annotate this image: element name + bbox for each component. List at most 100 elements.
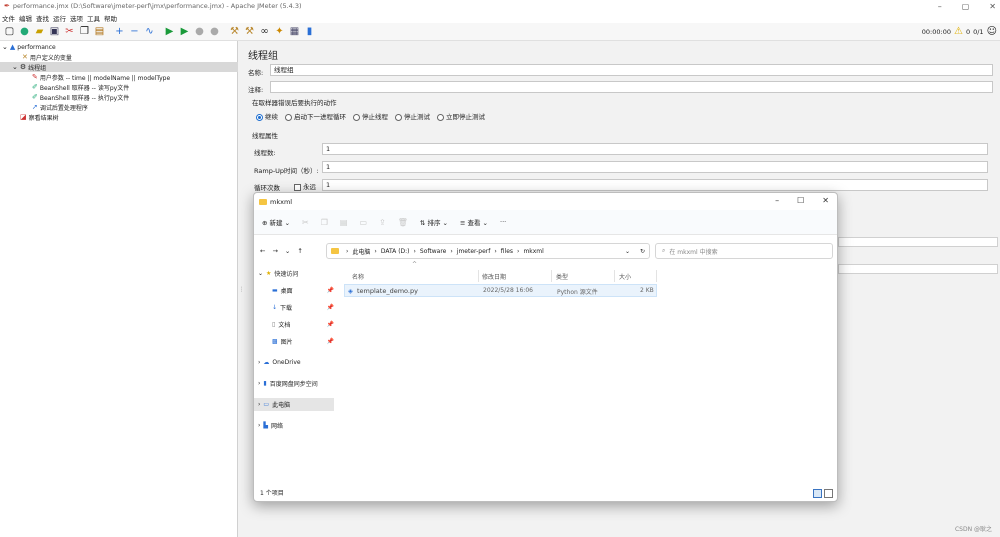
nav-quick-access[interactable]: ⌄ ★ 快速访问 <box>258 267 338 280</box>
nav-baidu[interactable]: › ▮ 百度网盘同步空间 <box>258 377 338 390</box>
radio-stop-test[interactable]: 停止测试 <box>395 111 430 121</box>
paste-icon[interactable]: ▤ <box>340 218 348 227</box>
tree-node-beanshell-rw[interactable]: ✐ BeanShell 取样器 -- 读写py文件 <box>32 82 129 92</box>
tree-node-user-params[interactable]: ✎ 用户参数 -- time || modelName || modelType <box>32 72 170 82</box>
copy-icon[interactable]: ❐ <box>321 218 328 227</box>
column-size[interactable]: 大小 <box>619 270 631 282</box>
tree-node-results-tree[interactable]: ◪ 察看结果树 <box>20 112 59 122</box>
up-icon[interactable]: ↑ <box>297 247 302 255</box>
rampup-input[interactable]: 1 <box>322 161 988 173</box>
nav-thispc[interactable]: › ▭ 此电脑 <box>254 398 334 411</box>
crumb-jmeter-perf[interactable]: jmeter-perf <box>457 248 491 255</box>
close-button[interactable]: ✕ <box>989 2 996 11</box>
warning-icon[interactable]: ⚠ <box>954 26 963 37</box>
minimize-button[interactable]: – <box>938 2 942 11</box>
sort-button[interactable]: ⇅ 排序 ⌄ <box>420 217 448 227</box>
view-button[interactable]: ≡ 查看 ⌄ <box>460 217 488 227</box>
toggle-icon[interactable]: ∿ <box>143 25 156 38</box>
menu-edit[interactable]: 编辑 <box>19 13 32 23</box>
radio-stop-thread[interactable]: 停止线程 <box>353 111 388 121</box>
maximize-button[interactable]: ▢ <box>962 2 970 11</box>
nav-onedrive[interactable]: › ☁ OneDrive <box>258 356 338 369</box>
refresh-icon[interactable]: ↻ <box>640 248 645 255</box>
help-icon[interactable]: ▮ <box>303 25 316 38</box>
menu-options[interactable]: 选项 <box>70 13 83 23</box>
crumb-mkxml[interactable]: mkxml <box>523 248 543 255</box>
table-row[interactable]: ◈ template_demo.py 2022/5/28 16:06 Pytho… <box>344 284 657 297</box>
menu-search[interactable]: 查找 <box>36 13 49 23</box>
tree-node-debug-post[interactable]: ➚ 调试后置处理程序 <box>32 102 88 112</box>
column-divider[interactable] <box>478 270 479 282</box>
name-input[interactable]: 线程组 <box>270 64 993 76</box>
start-icon[interactable]: ▶ <box>163 25 176 38</box>
column-type[interactable]: 类型 <box>556 270 568 282</box>
collapse-icon[interactable]: − <box>128 25 141 38</box>
menu-run[interactable]: 运行 <box>53 13 66 23</box>
clear-icon[interactable]: ⚒ <box>228 25 241 38</box>
new-button[interactable]: ⊕ 新建 ⌄ <box>262 217 290 227</box>
open-icon[interactable]: ▰ <box>33 25 46 38</box>
address-bar[interactable]: › 此电脑 › DATA (D:) › Software › jmeter-perf ›… <box>326 243 650 259</box>
search-binoculars-icon[interactable]: ∞ <box>258 25 271 38</box>
column-divider[interactable] <box>656 270 657 282</box>
save-icon[interactable]: ▣ <box>48 25 61 38</box>
reset-search-icon[interactable]: ✦ <box>273 25 286 38</box>
loop-forever-checkbox[interactable]: 永远 <box>294 181 316 191</box>
forward-icon[interactable]: → <box>272 247 277 255</box>
cut-icon[interactable]: ✂ <box>63 25 76 38</box>
column-divider[interactable] <box>614 270 615 282</box>
back-icon[interactable]: ← <box>260 247 265 255</box>
tree-node-beanshell-exec[interactable]: ✐ BeanShell 取样器 -- 执行py文件 <box>32 92 129 102</box>
expand-icon[interactable]: + <box>113 25 126 38</box>
tree-node-user-vars[interactable]: ✕ 用户定义的变量 <box>22 52 72 62</box>
clear-all-icon[interactable]: ⚒ <box>243 25 256 38</box>
nav-pictures[interactable]: ▩ 图片 📌 <box>272 335 338 348</box>
chevron-down-icon: ⌄ <box>258 270 264 277</box>
radio-continue[interactable]: 继续 <box>256 111 278 121</box>
search-input[interactable]: ⌕ 在 mkxml 中搜索 <box>655 243 833 259</box>
nav-desktop[interactable]: ▬ 桌面 📌 <box>272 284 338 297</box>
explorer-close-button[interactable]: ✕ <box>822 196 829 205</box>
start-no-pause-icon[interactable]: ▶ <box>178 25 191 38</box>
more-button[interactable]: ··· <box>500 218 506 226</box>
share-icon[interactable]: ⇪ <box>379 218 386 227</box>
nav-documents[interactable]: ▯ 文档 📌 <box>272 318 338 331</box>
rename-icon[interactable]: ▭ <box>359 218 367 227</box>
new-icon[interactable]: ▢ <box>3 25 16 38</box>
crumb-thispc[interactable]: 此电脑 <box>352 247 370 256</box>
loop-input[interactable]: 1 <box>322 179 988 191</box>
radio-next-loop[interactable]: 启动下一进程循环 <box>285 111 346 121</box>
chevron-down-icon[interactable]: ⌄ <box>12 63 18 71</box>
threads-input[interactable]: 1 <box>322 143 988 155</box>
function-helper-icon[interactable]: ▦ <box>288 25 301 38</box>
tree-node-thread-group[interactable]: ⌄ ⚙ 线程组 <box>0 62 238 72</box>
address-dropdown-icon[interactable]: ⌄ <box>625 248 630 255</box>
nav-network[interactable]: › ▙ 网络 <box>258 419 338 432</box>
copy-icon[interactable]: ❐ <box>78 25 91 38</box>
tiles-view-icon[interactable] <box>824 489 833 498</box>
nav-downloads[interactable]: ↓ 下载 📌 <box>272 301 338 314</box>
menu-file[interactable]: 文件 <box>2 13 15 23</box>
menu-tools[interactable]: 工具 <box>87 13 100 23</box>
cut-icon[interactable]: ✂ <box>302 218 309 227</box>
menu-help[interactable]: 帮助 <box>104 13 117 23</box>
templates-icon[interactable]: ● <box>18 25 31 38</box>
crumb-drive[interactable]: DATA (D:) <box>381 248 410 255</box>
delete-icon[interactable]: 🗑 <box>398 218 408 227</box>
shutdown-icon[interactable]: ● <box>208 25 221 38</box>
tree-node-root[interactable]: ⌄ ▲ performance <box>2 42 56 52</box>
chevron-down-icon[interactable]: ⌄ <box>2 43 8 51</box>
explorer-minimize-button[interactable]: – <box>775 196 779 205</box>
paste-icon[interactable]: ▤ <box>93 25 106 38</box>
stop-icon[interactable]: ● <box>193 25 206 38</box>
crumb-files[interactable]: files <box>501 248 513 255</box>
column-divider[interactable] <box>551 270 552 282</box>
column-modified[interactable]: 修改日期 <box>482 270 506 282</box>
comment-input[interactable] <box>270 81 993 93</box>
recent-chevron-icon[interactable]: ⌄ <box>285 247 290 255</box>
crumb-software[interactable]: Software <box>420 248 446 255</box>
details-view-icon[interactable] <box>813 489 822 498</box>
explorer-maximize-button[interactable]: ☐ <box>797 196 804 205</box>
radio-stop-now[interactable]: 立即停止测试 <box>437 111 485 121</box>
column-name[interactable]: 名称 <box>352 270 364 282</box>
